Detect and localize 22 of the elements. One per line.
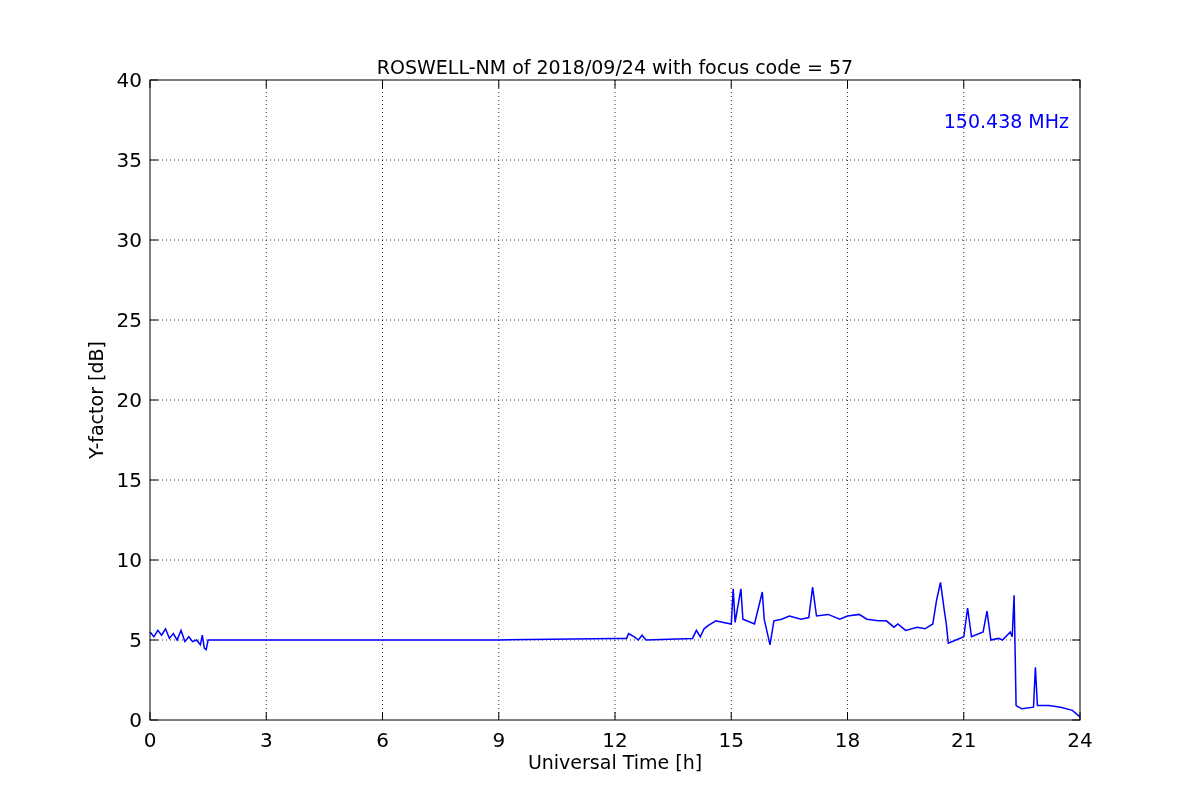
tick-label: 24 xyxy=(1067,728,1093,752)
frequency-label: 150.438 MHz xyxy=(943,110,1069,132)
tick-label: 3 xyxy=(259,728,273,752)
tick-label: 0 xyxy=(143,728,157,752)
tick-label: 30 xyxy=(116,228,142,252)
tick-label: 18 xyxy=(834,728,861,752)
tick-label: 5 xyxy=(129,628,142,652)
y-axis-label: Y-factor [dB] xyxy=(85,341,107,459)
x-axis-label: Universal Time [h] xyxy=(527,751,703,773)
tick-label: 10 xyxy=(116,548,142,572)
tick-label: 9 xyxy=(492,728,506,752)
tick-label: 6 xyxy=(376,728,389,752)
tick-label: 40 xyxy=(116,68,142,92)
tick-label: 25 xyxy=(116,308,142,332)
tick-label: 21 xyxy=(951,728,977,752)
chart-title: ROSWELL-NM of 2018/09/24 with focus code = 57 xyxy=(376,56,854,78)
tick-label: 0 xyxy=(129,708,142,732)
tick-label: 35 xyxy=(116,148,142,172)
tick-label: 20 xyxy=(116,388,142,412)
tick-label: 15 xyxy=(116,468,142,492)
tick-label: 15 xyxy=(718,728,744,752)
tick-label: 12 xyxy=(602,728,628,752)
